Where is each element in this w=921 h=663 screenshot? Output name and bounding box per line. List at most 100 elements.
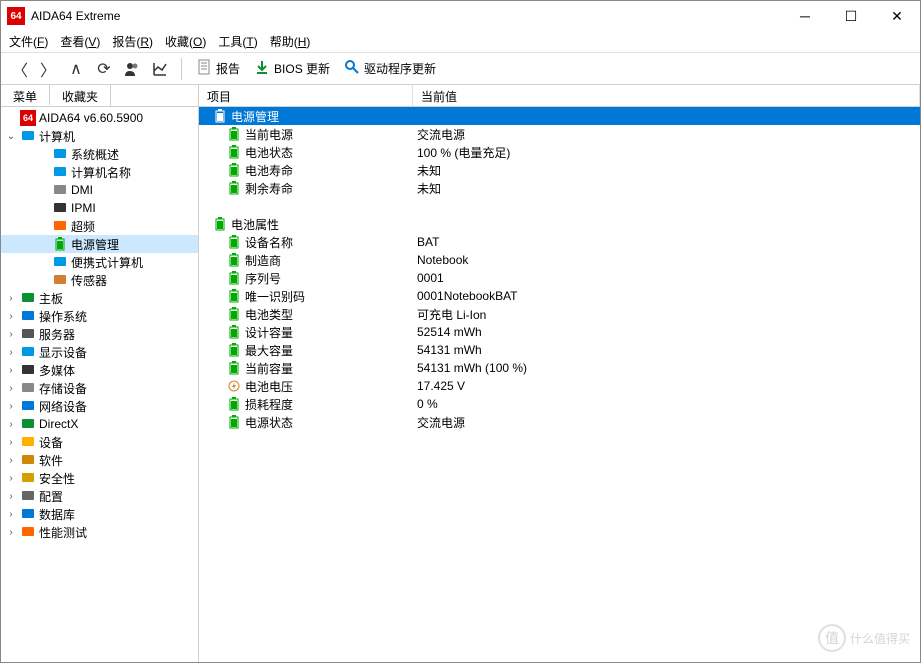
tree-node-label: 超频 [71, 218, 95, 235]
tree-服务器[interactable]: ›服务器 [1, 325, 198, 343]
nav-forward-button[interactable]: 〉 [37, 58, 59, 80]
list-row[interactable]: 最大容量54131 mWh [199, 341, 920, 359]
list-row[interactable]: 电池类型可充电 Li-Ion [199, 305, 920, 323]
tree-配置[interactable]: ›配置 [1, 487, 198, 505]
tree-电源管理[interactable]: 电源管理 [1, 235, 198, 253]
tree-网络设备[interactable]: ›网络设备 [1, 397, 198, 415]
nav-up-button[interactable]: ∧ [65, 58, 87, 80]
tab-favorites[interactable]: 收藏夹 [50, 85, 111, 106]
tree-多媒体[interactable]: ›多媒体 [1, 361, 198, 379]
tree-操作系统[interactable]: ›操作系统 [1, 307, 198, 325]
tree-主板[interactable]: ›主板 [1, 289, 198, 307]
list-row[interactable]: 电池状态100 % (电量充足) [199, 143, 920, 161]
tree-超频[interactable]: 超频 [1, 217, 198, 235]
battery-icon [227, 181, 241, 195]
list-row[interactable]: 电池寿命未知 [199, 161, 920, 179]
tree-性能测试[interactable]: ›性能测试 [1, 523, 198, 541]
list-row[interactable]: 唯一识别码0001NotebookBAT [199, 287, 920, 305]
list-row[interactable]: 剩余寿命未知 [199, 179, 920, 197]
minimize-button[interactable]: ─ [782, 1, 828, 31]
tree-toggle-icon: › [5, 437, 17, 448]
row-label: 电池电压 [245, 378, 293, 395]
tree-数据库[interactable]: ›数据库 [1, 505, 198, 523]
tree-IPMI[interactable]: IPMI [1, 199, 198, 217]
tree-存储设备[interactable]: ›存储设备 [1, 379, 198, 397]
menu-帮助[interactable]: 帮助(H) [270, 33, 311, 50]
row-label: 电池类型 [245, 306, 293, 323]
tree-便携式计算机[interactable]: 便携式计算机 [1, 253, 198, 271]
battery-icon [227, 271, 241, 285]
refresh-button[interactable]: ⟳ [93, 58, 115, 80]
tree-node-icon: 64 [20, 110, 36, 126]
tree-安全性[interactable]: ›安全性 [1, 469, 198, 487]
tree-node-icon [20, 470, 36, 486]
tree-toggle-icon: › [5, 401, 17, 412]
menu-工具[interactable]: 工具(T) [218, 33, 257, 50]
row-value: 未知 [413, 180, 920, 197]
tab-menu[interactable]: 菜单 [1, 85, 50, 106]
list-row[interactable]: 制造商 Notebook [199, 251, 920, 269]
tree-node-icon [52, 236, 68, 252]
row-label: 制造商 [245, 252, 281, 269]
menu-报告[interactable]: 报告(R) [112, 33, 153, 50]
row-value: 52514 mWh [413, 325, 920, 339]
maximize-button[interactable]: ☐ [828, 1, 874, 31]
menu-收藏[interactable]: 收藏(O) [165, 33, 206, 50]
tree-toggle-icon: › [5, 527, 17, 538]
battery-icon [227, 307, 241, 321]
list-row[interactable]: 设计容量52514 mWh [199, 323, 920, 341]
list-row[interactable]: 电源状态交流电源 [199, 413, 920, 431]
list-row[interactable]: 损耗程度0 % [199, 395, 920, 413]
tree-系统概述[interactable]: 系统概述 [1, 145, 198, 163]
group-header[interactable]: 电池属性 [199, 215, 920, 233]
report-button[interactable]: 报告 [192, 59, 244, 78]
menu-文件[interactable]: 文件(F) [9, 33, 48, 50]
tree-设备[interactable]: ›设备 [1, 433, 198, 451]
group-header[interactable]: 电源管理 [199, 107, 920, 125]
column-value[interactable]: 当前值 [413, 85, 920, 106]
row-value: Notebook [413, 253, 920, 267]
tree-DirectX[interactable]: ›DirectX [1, 415, 198, 433]
nav-back-button[interactable]: 〈 [9, 58, 31, 80]
tree-显示设备[interactable]: ›显示设备 [1, 343, 198, 361]
column-item[interactable]: 项目 [199, 85, 413, 106]
row-value: 0001NotebookBAT [413, 289, 920, 303]
list-row[interactable]: 序列号0001 [199, 269, 920, 287]
battery-icon [227, 163, 241, 177]
bios-update-button[interactable]: BIOS 更新 [250, 59, 334, 78]
tree[interactable]: 64AIDA64 v6.60.5900⌄计算机系统概述计算机名称DMI IPMI 超… [1, 107, 198, 662]
watermark-badge-icon: 值 [818, 624, 846, 652]
tree-computer[interactable]: ⌄计算机 [1, 127, 198, 145]
close-button[interactable]: ✕ [874, 1, 920, 31]
toolbar: 〈 〉 ∧ ⟳ 报告 BIOS 更新 驱动程序更新 [1, 53, 920, 85]
list-row[interactable]: 当前容量54131 mWh (100 %) [199, 359, 920, 377]
tree-传感器[interactable]: 传感器 [1, 271, 198, 289]
tree-DMI[interactable]: DMI [1, 181, 198, 199]
tree-node-icon [20, 488, 36, 504]
menu-查看[interactable]: 查看(V) [60, 33, 100, 50]
watermark: 值 什么值得买 [818, 624, 910, 652]
tree-计算机名称[interactable]: 计算机名称 [1, 163, 198, 181]
battery-icon [227, 397, 241, 411]
tree-node-icon [20, 398, 36, 414]
tree-toggle-icon: › [5, 347, 17, 358]
window-title: AIDA64 Extreme [31, 9, 782, 23]
driver-update-button[interactable]: 驱动程序更新 [340, 59, 440, 78]
tree-toggle-icon: › [5, 509, 17, 520]
battery-icon [213, 217, 227, 231]
tree-node-label: IPMI [71, 201, 96, 215]
download-icon [254, 59, 270, 78]
row-value: 54131 mWh [413, 343, 920, 357]
row-value: 0001 [413, 271, 920, 285]
watermark-text: 什么值得买 [850, 630, 910, 647]
users-button[interactable] [121, 58, 143, 80]
list-body[interactable]: 电源管理当前电源交流电源电池状态100 % (电量充足)电池寿命未知剩余寿命未知… [199, 107, 920, 662]
report-label: 报告 [216, 60, 240, 77]
list-row[interactable]: 当前电源交流电源 [199, 125, 920, 143]
list-row[interactable]: 设备名称BAT [199, 233, 920, 251]
voltage-icon [227, 379, 241, 393]
tree-软件[interactable]: ›软件 [1, 451, 198, 469]
chart-button[interactable] [149, 58, 171, 80]
list-row[interactable]: 电池电压17.425 V [199, 377, 920, 395]
tree-root[interactable]: 64AIDA64 v6.60.5900 [1, 109, 198, 127]
